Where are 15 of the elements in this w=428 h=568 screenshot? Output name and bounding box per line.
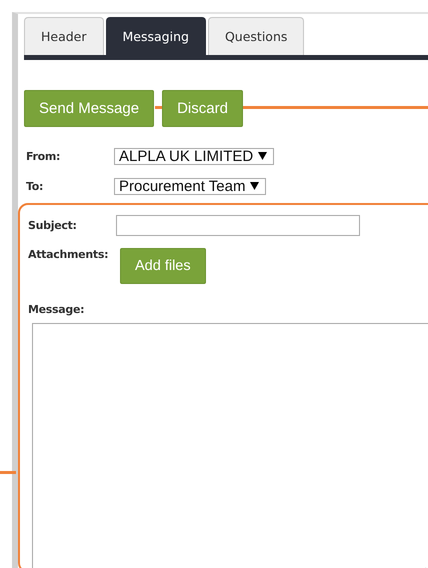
to-dropdown[interactable]: Procurement Team [114, 178, 266, 194]
field-label: From: [26, 150, 62, 162]
tab[interactable]: Header [24, 17, 104, 55]
field-label: To: [26, 180, 44, 192]
caret-icon [258, 152, 268, 160]
from-dropdown[interactable]: ALPLA UK LIMITED [114, 148, 274, 164]
tab[interactable]: Messaging [106, 17, 206, 55]
tab[interactable]: Questions [208, 17, 304, 55]
subject-field[interactable] [116, 215, 360, 236]
field-label: Subject: [28, 219, 78, 232]
field-label: Message: [28, 303, 84, 316]
caret-icon [250, 182, 260, 190]
callout-line [0, 471, 16, 474]
field-label: Attachments: [28, 248, 110, 261]
message-field[interactable] [32, 323, 428, 568]
